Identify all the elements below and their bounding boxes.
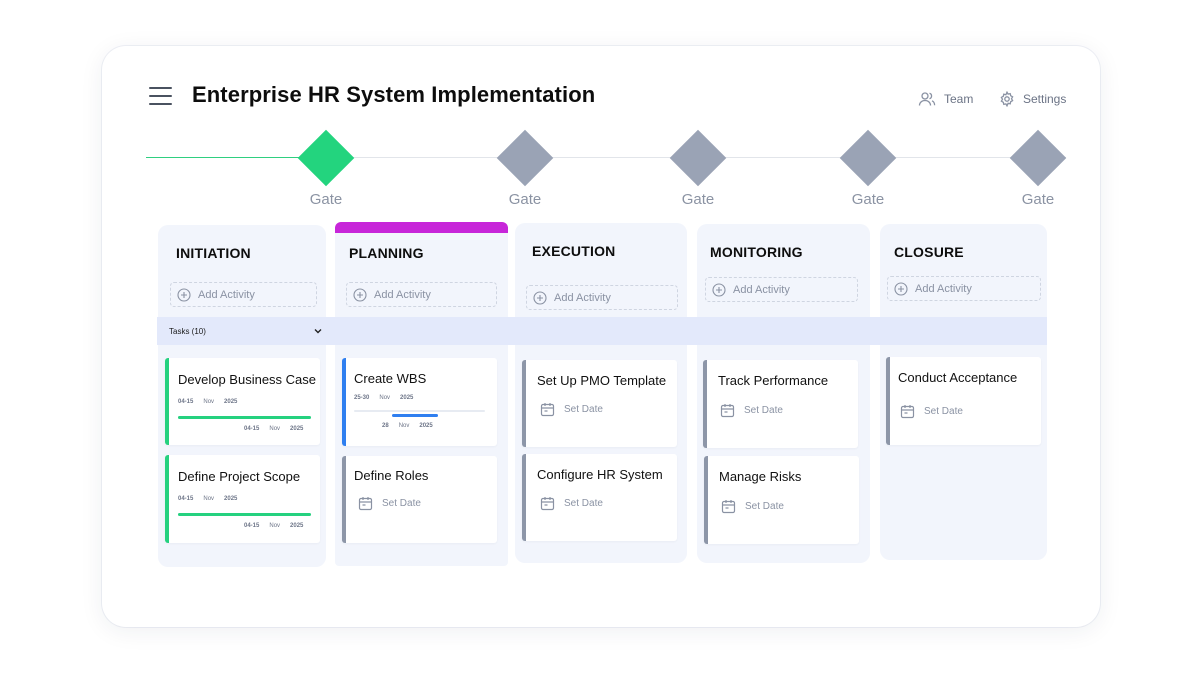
gate-5[interactable]: Gate xyxy=(1008,129,1068,210)
phase-title: PLANNING xyxy=(349,245,424,261)
task-title: Define Project Scope xyxy=(178,469,301,484)
start-date: 04-15 Nov 2025 xyxy=(178,496,238,502)
task-progress-fill xyxy=(178,416,311,419)
calendar-icon xyxy=(900,405,915,419)
calendar-icon xyxy=(540,403,555,417)
task-progress-fill xyxy=(178,513,311,516)
task-card[interactable]: Track Performance Set Date xyxy=(703,360,858,448)
gate-3[interactable]: Gate xyxy=(668,129,728,210)
gate-label: Gate xyxy=(309,191,343,208)
task-title: Track Performance xyxy=(718,373,829,388)
task-progress-bar xyxy=(178,416,311,419)
task-progress-bar xyxy=(354,410,485,417)
gate-diamond-icon xyxy=(839,129,897,187)
task-title: Define Roles xyxy=(354,468,429,483)
team-button[interactable]: Team xyxy=(918,88,973,110)
task-card[interactable]: Define Roles Set Date xyxy=(342,456,497,543)
end-date: 28 Nov 2025 xyxy=(382,423,433,429)
plus-circle-icon xyxy=(533,290,547,305)
set-date-button[interactable]: Set Date xyxy=(540,402,603,417)
task-card[interactable]: Set Up PMO Template Set Date xyxy=(522,360,677,447)
task-title: Create WBS xyxy=(354,371,427,386)
add-activity-label: Add Activity xyxy=(198,288,255,301)
hamburger-menu-icon[interactable] xyxy=(149,86,173,106)
calendar-icon xyxy=(720,404,735,418)
set-date-button[interactable]: Set Date xyxy=(900,404,963,419)
phase-title: EXECUTION xyxy=(532,243,616,259)
gate-diamond-icon xyxy=(669,129,727,187)
set-date-label: Set Date xyxy=(924,406,963,417)
gear-icon xyxy=(1000,91,1014,107)
chevron-down-icon xyxy=(314,329,322,334)
plus-circle-icon xyxy=(353,287,367,302)
phase-title: INITIATION xyxy=(176,245,251,261)
set-date-button[interactable]: Set Date xyxy=(358,496,421,511)
add-activity-label: Add Activity xyxy=(374,288,431,301)
end-date: 04-15 Nov 2025 xyxy=(244,426,304,432)
tasks-toggle[interactable]: Tasks (10) xyxy=(157,317,1047,345)
gate-diamond-icon xyxy=(1009,129,1067,187)
add-activity-button[interactable]: Add Activity xyxy=(170,282,317,307)
page-title: Enterprise HR System Implementation xyxy=(192,82,596,107)
calendar-icon xyxy=(540,497,555,511)
task-card[interactable]: Define Project Scope 04-15 Nov 2025 04-15 N… xyxy=(165,455,320,543)
phase-title: CLOSURE xyxy=(894,244,964,260)
add-activity-button[interactable]: Add Activity xyxy=(705,277,858,302)
calendar-icon xyxy=(358,497,373,511)
users-icon xyxy=(918,92,936,106)
add-activity-label: Add Activity xyxy=(733,283,790,296)
task-title: Set Up PMO Template xyxy=(537,373,667,388)
gate-4[interactable]: Gate xyxy=(838,129,898,210)
start-date: 25-30 Nov 2025 xyxy=(354,395,414,401)
gate-diamond-icon xyxy=(297,129,355,187)
phase-title: MONITORING xyxy=(710,244,803,260)
gate-label: Gate xyxy=(508,191,542,208)
timeline-progress xyxy=(146,157,306,158)
gate-diamond-icon xyxy=(496,129,554,187)
task-card[interactable]: Conduct Acceptance Set Date xyxy=(886,357,1041,445)
set-date-button[interactable]: Set Date xyxy=(540,496,603,511)
tasks-count-label: Tasks (10) xyxy=(169,326,206,336)
set-date-button[interactable]: Set Date xyxy=(720,403,783,418)
gate-label: Gate xyxy=(851,191,885,208)
plus-circle-icon xyxy=(177,287,191,302)
set-date-label: Set Date xyxy=(745,501,784,512)
set-date-label: Set Date xyxy=(744,405,783,416)
task-card[interactable]: Develop Business Case 04-15 Nov 2025 04-15… xyxy=(165,358,320,445)
gate-label: Gate xyxy=(1021,191,1055,208)
set-date-label: Set Date xyxy=(382,498,421,509)
set-date-label: Set Date xyxy=(564,404,603,415)
team-label: Team xyxy=(944,92,974,106)
start-date: 04-15 Nov 2025 xyxy=(178,399,238,405)
plus-circle-icon xyxy=(894,281,908,296)
task-title: Conduct Acceptance xyxy=(898,370,1018,385)
end-date: 04-15 Nov 2025 xyxy=(244,523,304,529)
add-activity-button[interactable]: Add Activity xyxy=(887,276,1041,301)
task-title: Configure HR System xyxy=(537,467,663,482)
task-title: Manage Risks xyxy=(719,469,802,484)
gate-1[interactable]: Gate xyxy=(296,129,356,210)
set-date-label: Set Date xyxy=(564,498,603,509)
task-card[interactable]: Create WBS 25-30 Nov 2025 28 Nov 2025 xyxy=(342,358,497,446)
task-progress-bar xyxy=(178,513,311,516)
task-card[interactable]: Manage Risks Set Date xyxy=(704,456,859,544)
settings-label: Settings xyxy=(1023,92,1067,106)
set-date-button[interactable]: Set Date xyxy=(721,499,784,514)
add-activity-button[interactable]: Add Activity xyxy=(526,285,678,310)
gate-2[interactable]: Gate xyxy=(495,129,555,210)
gate-label: Gate xyxy=(681,191,715,208)
add-activity-label: Add Activity xyxy=(554,291,611,304)
add-activity-button[interactable]: Add Activity xyxy=(346,282,497,307)
task-progress-fill xyxy=(392,414,438,417)
plus-circle-icon xyxy=(712,282,726,297)
calendar-icon xyxy=(721,500,736,514)
task-card[interactable]: Configure HR System Set Date xyxy=(522,454,677,541)
settings-button[interactable]: Settings xyxy=(999,88,1066,110)
add-activity-label: Add Activity xyxy=(915,282,972,295)
task-title: Develop Business Case xyxy=(178,372,317,387)
